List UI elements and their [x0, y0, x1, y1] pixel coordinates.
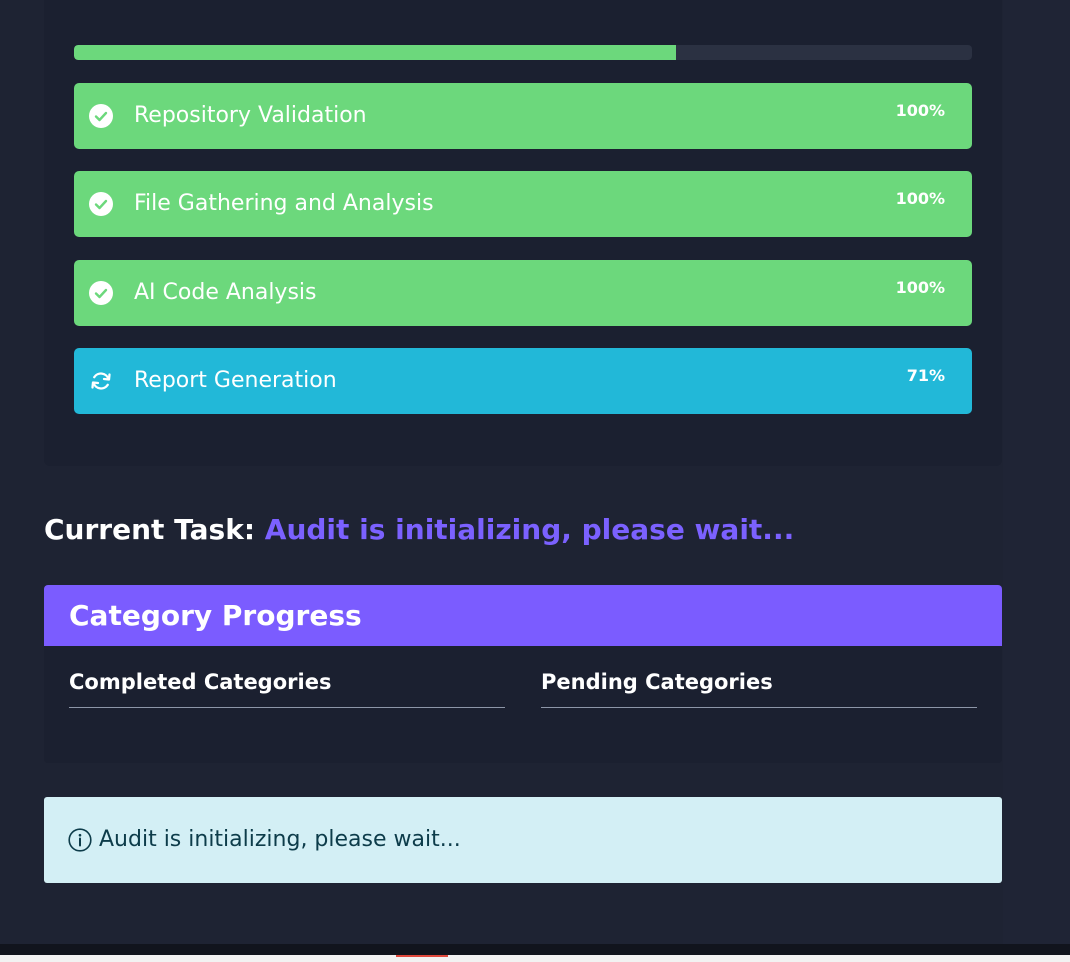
current-task: Current Task: Audit is initializing, ple… [44, 512, 794, 548]
step-report-generation: Report Generation 71% [74, 348, 972, 414]
step-file-gathering: File Gathering and Analysis 100% [74, 171, 972, 237]
info-message: Audit is initializing, please wait... [99, 827, 461, 852]
check-circle-icon [89, 281, 113, 305]
current-task-label: Current Task: [44, 513, 256, 546]
sync-icon [91, 372, 111, 390]
info-circle-icon [68, 828, 92, 852]
category-progress-title: Category Progress [44, 585, 1002, 646]
step-label: File Gathering and Analysis [134, 191, 434, 216]
step-label: AI Code Analysis [134, 280, 317, 305]
pending-categories-heading: Pending Categories [541, 669, 977, 708]
step-ai-code-analysis: AI Code Analysis 100% [74, 260, 972, 326]
footer-strip [0, 955, 1070, 962]
footer-tab-indicator [396, 955, 448, 957]
overall-progress-fill [74, 45, 676, 60]
right-background-strip [1003, 0, 1070, 944]
step-label: Repository Validation [134, 103, 367, 128]
step-percent: 100% [895, 278, 945, 297]
check-circle-icon [89, 104, 113, 128]
check-circle-icon [89, 192, 113, 216]
overall-progress-bar [74, 45, 972, 60]
footer-bar [0, 944, 1070, 955]
step-percent: 100% [895, 189, 945, 208]
step-percent: 71% [906, 366, 945, 385]
current-task-value: Audit is initializing, please wait... [264, 513, 795, 546]
step-label: Report Generation [134, 368, 337, 393]
completed-categories-heading: Completed Categories [69, 669, 505, 708]
step-repository-validation: Repository Validation 100% [74, 83, 972, 149]
category-progress-card: Category Progress Completed Categories P… [44, 585, 1002, 763]
step-percent: 100% [895, 101, 945, 120]
info-alert: Audit is initializing, please wait... [44, 797, 1002, 883]
